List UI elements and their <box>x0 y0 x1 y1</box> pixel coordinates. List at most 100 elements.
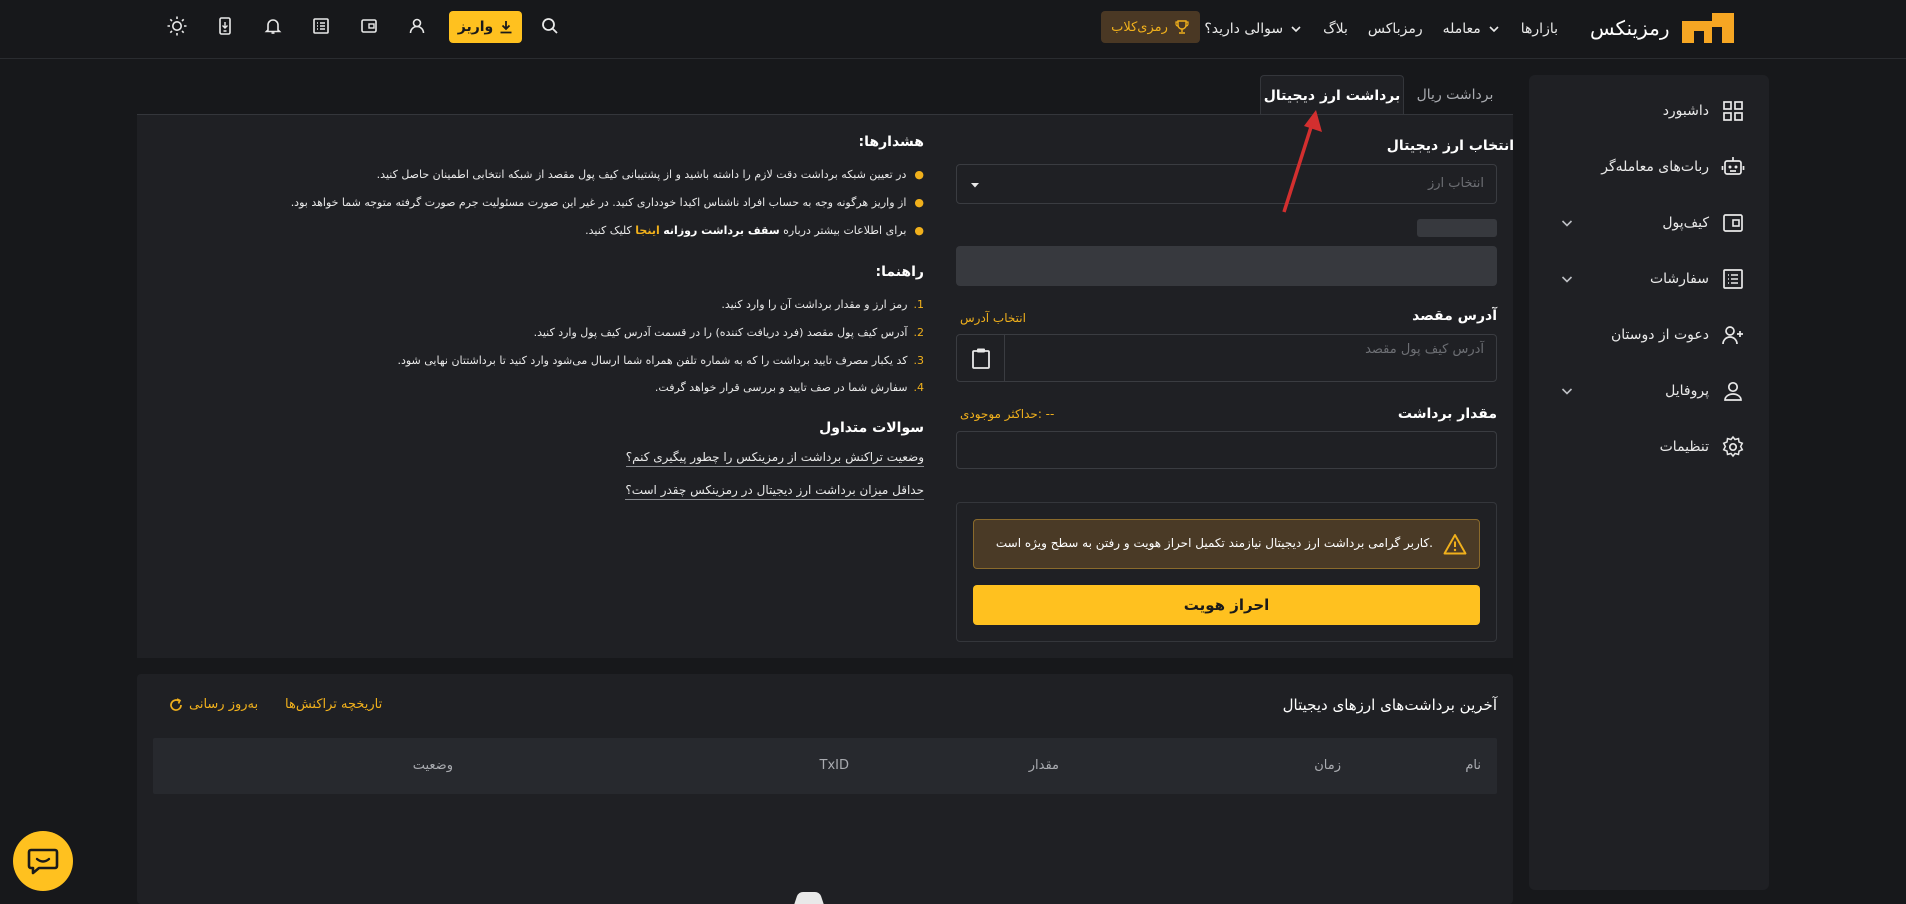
refresh-button[interactable]: به‌روز رسانی <box>169 697 258 712</box>
invite-icon <box>1722 326 1743 345</box>
nav-questions-label: سوالی دارید؟ <box>1204 21 1284 37</box>
sidebar-item-invite[interactable]: دعوت از دوستان <box>1529 315 1769 355</box>
user-icon[interactable] <box>405 14 429 38</box>
column-header-status: وضعیت <box>412 758 453 773</box>
nav-blog[interactable]: بلاگ <box>1323 21 1348 37</box>
ramzi-club-button[interactable]: رمزی‌کلاب <box>1101 11 1200 43</box>
column-header-amount: مقدار <box>1028 758 1059 773</box>
tab-rial-withdraw[interactable]: برداشت ریال <box>1410 75 1500 115</box>
coin-select[interactable]: انتخاب ارز <box>956 164 1497 204</box>
chat-bubble-icon <box>27 848 59 875</box>
sidebar: داشبورد ربات‌های معامله‌گر کیف‌پول سفارش… <box>1529 75 1769 890</box>
clipboard-icon <box>971 348 990 369</box>
daily-limit-link[interactable]: اینجا <box>635 224 659 237</box>
bell-icon[interactable] <box>261 14 285 38</box>
chevron-down-icon <box>1561 388 1573 395</box>
brand-logo[interactable]: رمزینکس <box>1590 12 1755 44</box>
refresh-icon <box>170 697 182 711</box>
withdraw-history-card: آخرین برداشت‌های ارزهای دیجیتال تاریخچه … <box>137 674 1513 904</box>
tab-crypto-withdraw[interactable]: برداشت ارز دیجیتال <box>1260 75 1404 115</box>
guide-title: راهنما: <box>875 264 924 280</box>
faq-link[interactable]: حداقل میزان برداشت ارز دیجیتال در رمزینک… <box>625 483 924 500</box>
bullet-dot: ● <box>914 168 924 181</box>
step-number: 2. <box>913 326 925 339</box>
trophy-icon <box>1175 20 1189 34</box>
step-text: کد یکبار مصرف تایید برداشت را که به شمار… <box>397 354 908 367</box>
wallet-icon[interactable] <box>357 14 381 38</box>
step-number: 3. <box>913 354 925 367</box>
download-icon <box>500 21 512 34</box>
column-header-name: نام <box>1465 758 1481 773</box>
destination-address-label: آدرس مقصد <box>1412 308 1497 324</box>
nav-trade[interactable]: معامله <box>1443 21 1501 37</box>
deposit-button[interactable]: واریز <box>449 11 522 43</box>
nav-ramzbox-label: رمزباکس <box>1367 21 1423 37</box>
warnings-title: هشدارها: <box>858 134 924 150</box>
chevron-down-icon <box>1561 276 1573 283</box>
select-address-link[interactable]: انتخاب آدرس <box>960 311 1026 325</box>
sidebar-item-bots[interactable]: ربات‌های معامله‌گر <box>1529 147 1769 187</box>
dashboard-icon <box>1723 101 1743 121</box>
warning-text: در تعیین شبکه برداشت دقت لازم را داشته ب… <box>376 168 907 181</box>
withdraw-amount-input[interactable] <box>956 431 1497 469</box>
ramzi-club-label: رمزی‌کلاب <box>1111 19 1168 35</box>
deposit-label: واریز <box>457 19 494 35</box>
sidebar-item-profile[interactable]: پروفایل <box>1529 371 1769 411</box>
main-nav: بازارها معامله رمزباکس بلاگ سوالی دارید؟ <box>1204 14 1558 44</box>
nav-questions[interactable]: سوالی دارید؟ <box>1204 21 1303 37</box>
robot-icon <box>1721 157 1745 175</box>
sidebar-item-dashboard[interactable]: داشبورد <box>1529 91 1769 131</box>
mobile-app-icon[interactable] <box>213 14 237 38</box>
kyc-button[interactable]: احراز هویت <box>973 585 1480 625</box>
sidebar-item-label: تنظیمات <box>1659 439 1709 455</box>
coin-select-placeholder: انتخاب ارز <box>1427 176 1484 191</box>
column-header-txid: TxID <box>819 758 849 773</box>
destination-address-input[interactable]: آدرس کیف پول مقصد <box>956 334 1497 382</box>
top-header: رمزینکس بازارها معامله رمزباکس بلاگ سوال… <box>0 0 1906 59</box>
sidebar-item-wallet[interactable]: کیف‌پول <box>1529 203 1769 243</box>
refresh-label: به‌روز رسانی <box>189 697 259 712</box>
faq-link[interactable]: وضعیت تراکنش برداشت از رمزینکس را چطور پ… <box>625 450 924 467</box>
loading-placeholder-small <box>1417 219 1497 237</box>
coin-select-label: انتخاب ارز دیجیتال <box>1386 138 1514 154</box>
sidebar-item-label: داشبورد <box>1662 103 1709 119</box>
search-icon[interactable] <box>538 14 562 38</box>
sidebar-item-label: کیف‌پول <box>1662 215 1709 231</box>
guide-step: 4. سفارش شما در صف تایید و بررسی قرار خوا… <box>655 381 924 394</box>
limit-bold: سقف برداشت روزانه <box>663 224 780 237</box>
guide-step: 3. کد یکبار مصرف تایید برداشت را که به شم… <box>397 354 924 367</box>
orders-icon[interactable] <box>309 14 333 38</box>
sidebar-item-settings[interactable]: تنظیمات <box>1529 427 1769 467</box>
column-header-time: زمان <box>1314 758 1341 773</box>
faq-title: سوالات متداول <box>819 420 924 436</box>
history-table-header: نام زمان مقدار TxID وضعیت <box>153 738 1497 794</box>
nav-ramzbox[interactable]: رمزباکس <box>1368 21 1423 37</box>
sidebar-item-orders[interactable]: سفارشات <box>1529 259 1769 299</box>
step-text: آدرس کیف پول مقصد (فرد دریافت کننده) را … <box>533 326 908 339</box>
guide-step: 1. رمز ارز و مقدار برداشت آن را وارد کنید… <box>721 298 924 311</box>
kyc-panel: کاربر گرامی برداشت ارز دیجیتال نیازمند ت… <box>956 502 1497 642</box>
profile-icon <box>1724 381 1742 401</box>
transaction-history-link[interactable]: تاریخچه تراکنش‌ها <box>285 697 382 712</box>
sidebar-item-label: سفارشات <box>1649 271 1709 287</box>
warning-item: ● از واریز هرگونه وجه به حساب افراد ناشنا… <box>291 196 924 209</box>
chevron-down-icon <box>1561 220 1573 227</box>
support-chat-button[interactable] <box>13 831 73 891</box>
nav-blog-label: بلاگ <box>1323 21 1348 37</box>
bullet-dot: ● <box>914 196 924 209</box>
warning-icon <box>1443 534 1467 555</box>
caret-down-icon <box>971 183 979 188</box>
sidebar-item-label: دعوت از دوستان <box>1610 327 1709 343</box>
settings-icon <box>1722 435 1744 458</box>
kyc-warning-text: کاربر گرامی برداشت ارز دیجیتال نیازمند ت… <box>995 536 1433 550</box>
guide-step: 2. آدرس کیف پول مقصد (فرد دریافت کننده) ر… <box>534 326 924 339</box>
orders-icon <box>1723 269 1743 289</box>
max-balance-link[interactable]: حداکثر موجودی: -- <box>960 407 1054 421</box>
theme-sun-icon[interactable] <box>165 14 189 38</box>
nav-markets[interactable]: بازارها <box>1521 21 1558 37</box>
paste-button[interactable] <box>957 335 1005 381</box>
brand-mark-icon <box>1681 13 1734 43</box>
withdraw-amount-label: مقدار برداشت <box>1397 406 1497 422</box>
withdraw-tabs: برداشت ارز دیجیتال برداشت ریال <box>1260 75 1513 115</box>
destination-address-placeholder: آدرس کیف پول مقصد <box>1365 342 1484 357</box>
